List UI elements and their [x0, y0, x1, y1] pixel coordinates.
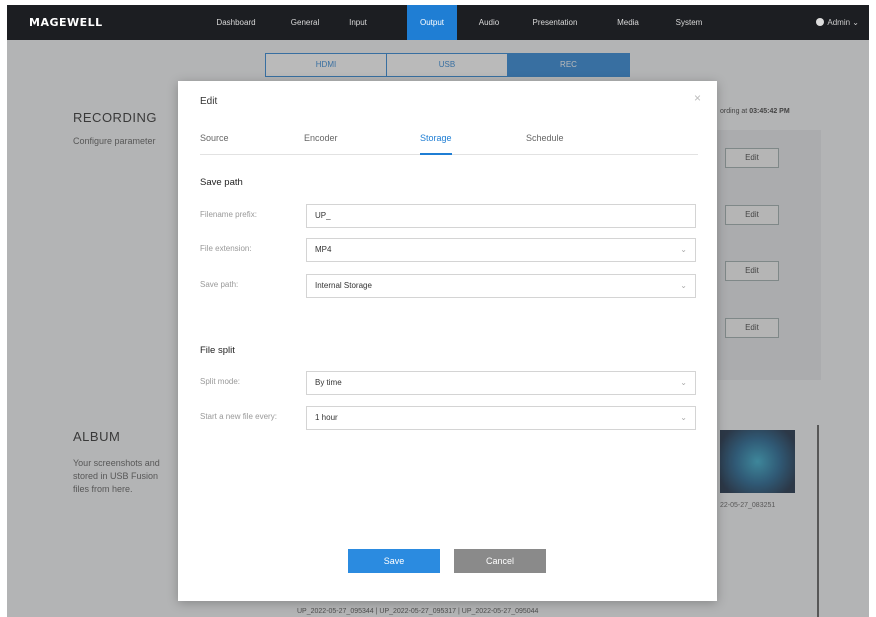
nav-general[interactable]: General: [285, 5, 325, 40]
dialog-title: Edit: [200, 96, 218, 107]
tab-source[interactable]: Source: [200, 133, 229, 153]
nav-dashboard[interactable]: Dashboard: [207, 5, 265, 40]
tab-storage[interactable]: Storage: [420, 133, 452, 155]
chevron-down-icon: ⌄: [680, 413, 687, 422]
save-path-heading: Save path: [200, 177, 243, 188]
file-extension-select[interactable]: MP4 ⌄: [306, 238, 696, 262]
split-mode-label: Split mode:: [200, 377, 241, 386]
split-mode-value: By time: [315, 378, 342, 387]
nav-presentation[interactable]: Presentation: [527, 5, 583, 40]
new-file-interval-label: Start a new file every:: [200, 412, 277, 421]
save-path-select[interactable]: Internal Storage ⌄: [306, 274, 696, 298]
nav-media[interactable]: Media: [613, 5, 643, 40]
user-menu[interactable]: Admin ⌄: [816, 5, 859, 40]
file-split-heading: File split: [200, 345, 235, 356]
chevron-down-icon: ⌄: [680, 281, 687, 290]
save-button[interactable]: Save: [348, 549, 440, 573]
top-nav-bar: MAGEWELL Dashboard General Input Output …: [7, 5, 869, 40]
brand-logo: MAGEWELL: [29, 16, 103, 29]
file-extension-value: MP4: [315, 245, 332, 254]
nav-output[interactable]: Output: [407, 5, 457, 40]
cancel-button[interactable]: Cancel: [454, 549, 546, 573]
new-file-interval-select[interactable]: 1 hour ⌄: [306, 406, 696, 430]
edit-dialog: Edit × Source Encoder Storage Schedule S…: [178, 81, 717, 601]
split-mode-select[interactable]: By time ⌄: [306, 371, 696, 395]
filename-prefix-input[interactable]: UP_: [306, 204, 696, 228]
close-icon[interactable]: ×: [694, 91, 701, 105]
dialog-tabs: Source Encoder Storage Schedule: [200, 125, 698, 155]
new-file-interval-value: 1 hour: [315, 413, 338, 422]
tab-schedule[interactable]: Schedule: [526, 133, 564, 153]
tab-encoder[interactable]: Encoder: [304, 133, 338, 153]
file-extension-label: File extension:: [200, 244, 252, 253]
chevron-down-icon: ⌄: [680, 378, 687, 387]
user-icon: [816, 18, 825, 26]
nav-system[interactable]: System: [669, 5, 709, 40]
chevron-down-icon: ⌄: [680, 245, 687, 254]
nav-input[interactable]: Input: [343, 5, 373, 40]
save-path-label: Save path:: [200, 280, 239, 289]
user-name: Admin ⌄: [827, 18, 859, 27]
filename-prefix-label: Filename prefix:: [200, 210, 257, 219]
save-path-value: Internal Storage: [315, 281, 372, 290]
nav-audio[interactable]: Audio: [474, 5, 504, 40]
